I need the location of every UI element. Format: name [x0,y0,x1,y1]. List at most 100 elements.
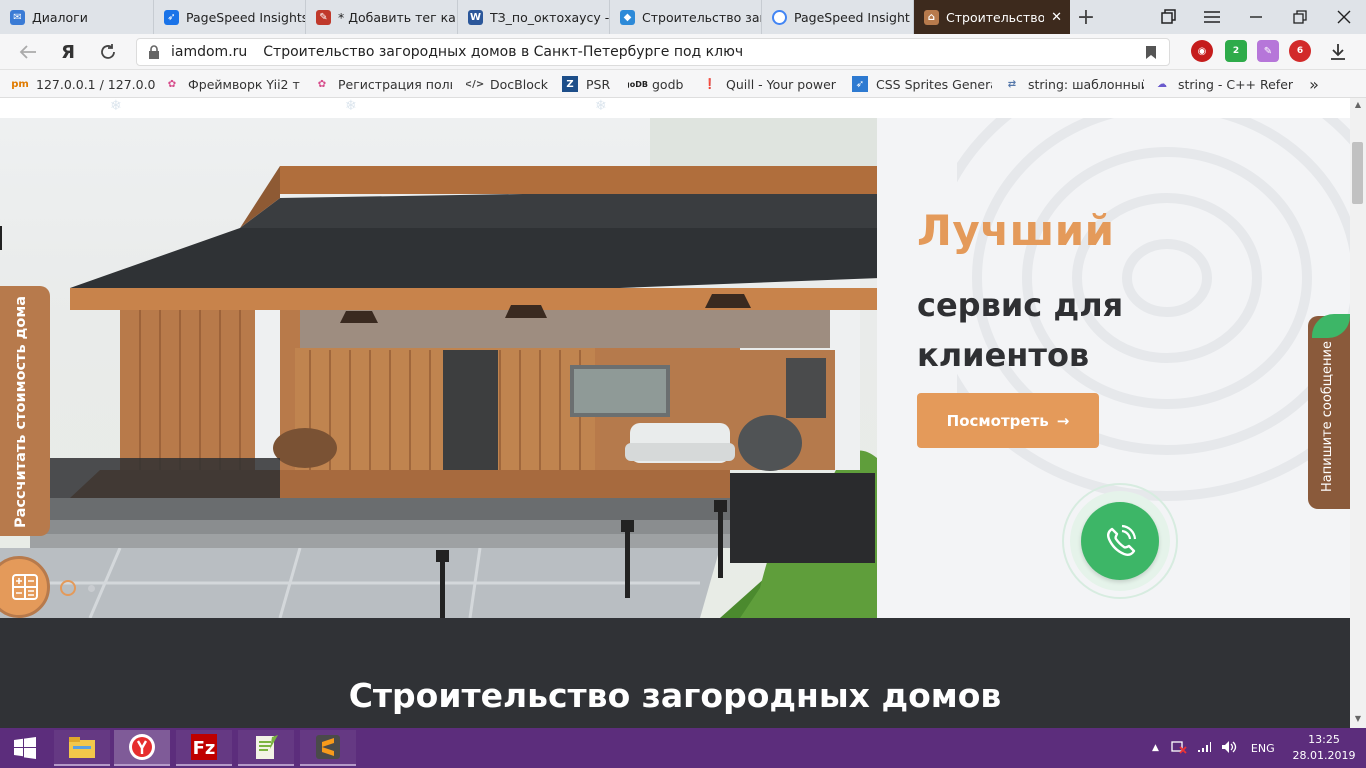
minimize-icon [1250,16,1262,18]
url-page-title: Строительство загородных домов в Санкт-П… [263,44,744,60]
taskbar-notepadpp[interactable] [238,730,294,766]
start-button[interactable] [0,728,50,768]
bookmark-label: Фреймворк Yii2 те [188,76,300,92]
hero-heading: сервис для клиентов [917,280,1123,380]
tabs-list-button[interactable] [1146,0,1190,34]
new-tab-button[interactable]: + [1070,0,1102,34]
bookmark-item[interactable]: ✿ Регистрация поль [314,70,452,98]
tab-doc[interactable]: W ТЗ_по_октохаусу - [458,0,610,34]
snowflake-icon: ❄ [595,98,607,114]
adblock-ext-icon[interactable]: 6 [1289,40,1311,62]
bookmark-label: Регистрация поль [338,76,452,92]
tab-site-1[interactable]: ◆ Строительство заг [610,0,762,34]
call-button[interactable] [1081,502,1159,580]
taskbar-yandex-browser[interactable] [114,730,170,766]
signal-icon[interactable] [1197,741,1211,756]
bookmark-label: string - C++ Refer [1178,76,1294,92]
yii-icon: ✿ [317,78,327,90]
reload-button[interactable] [92,34,124,70]
tab-title: Строительство з [946,9,1045,25]
house-illustration [0,118,877,618]
bookmark-item[interactable]: ❗ Quill - Your power [702,70,840,98]
calculate-cost-label: Рассчитать стоимость дома [13,296,29,528]
system-tray: ▲ ENG [1152,728,1275,768]
write-message-label: Напишите сообщение [1320,341,1335,493]
bookmarks-overflow-chevron-icon[interactable]: » [1304,70,1324,98]
tab-habr[interactable]: ✎ * Добавить тег кан [306,0,458,34]
filezilla-icon: Fz [191,734,217,760]
bookmarks-bar: pm 127.0.0.1 / 127.0.0. ✿ Фреймворк Yii2… [0,70,1366,98]
yandex-button[interactable]: Я [52,34,84,70]
tab-pagespeed-2[interactable]: PageSpeed Insight [762,0,914,34]
scrollbar-thumb[interactable] [1352,142,1363,204]
downloads-button[interactable] [1322,34,1354,70]
quill-icon: ❗ [703,78,717,90]
back-arrow-icon [19,45,36,59]
ext-badge: 6 [1296,46,1304,56]
reload-icon [101,44,115,59]
bookmark-item[interactable]: Z PSR [562,70,618,98]
slider-dot-active[interactable] [60,580,76,596]
menu-button[interactable] [1190,0,1234,34]
back-button[interactable] [12,34,44,70]
language-indicator[interactable]: ENG [1251,742,1275,755]
tab-close-icon[interactable]: ✕ [1051,10,1062,25]
bookmark-icon[interactable] [1145,45,1157,63]
lock-icon [143,39,165,65]
clock-date: 28.01.2019 [1292,749,1356,762]
feather-ext-icon[interactable]: ✎ [1257,40,1279,62]
sprites-icon: ➶ [852,76,868,92]
restore-button[interactable] [1278,0,1322,34]
bookmark-item[interactable]: </> DocBlock [466,70,552,98]
tab-dialogs[interactable]: ✉ Диалоги [0,0,154,34]
view-button[interactable]: Посмотреть → [917,393,1099,448]
notepadpp-icon [256,735,278,759]
taskbar-sublime[interactable] [300,730,356,766]
tabs-list-icon [1161,9,1176,24]
tray-expand-icon[interactable]: ▲ [1152,743,1159,753]
minimize-button[interactable] [1234,0,1278,34]
taskbar-explorer[interactable] [54,730,110,766]
taskbar-filezilla[interactable]: Fz [176,730,232,766]
bookmark-item[interactable]: ➶ CSS Sprites Genera [852,70,992,98]
clock[interactable]: 13:25 28.01.2019 [1286,732,1362,764]
tab-strip: ✉ Диалоги ➶ PageSpeed Insights ✎ * Добав… [0,0,1366,34]
ublock-ext-icon[interactable]: ◉ [1191,40,1213,62]
hero-heading-line: сервис для [917,286,1124,324]
bookmark-item[interactable]: pm 127.0.0.1 / 127.0.0. [12,70,156,98]
hero-heading-line: клиентов [917,336,1090,374]
puzzle-ext-icon[interactable]: 2 [1225,40,1247,62]
bookmark-label: godb [652,76,684,92]
scroll-down-icon[interactable]: ▼ [1350,714,1366,726]
tab-site-active[interactable]: ⌂ Строительство з ✕ [914,0,1070,34]
bookmark-item[interactable]: ☁ string - C++ Refer [1154,70,1294,98]
url-field[interactable]: iamdom.ru Строительство загородных домов… [136,38,1170,66]
google-icon [772,9,787,25]
bookmark-label: DocBlock [490,76,548,92]
svg-text:Fz: Fz [193,738,216,759]
bookmark-label: Quill - Your power [726,76,836,92]
house-icon: ⌂ [924,9,939,25]
bookmark-item[interactable]: goDB godb [628,70,690,98]
word-icon: W [468,9,483,25]
tab-title: PageSpeed Insight [794,9,910,25]
edge-marker [0,226,2,250]
hero-text-panel: Лучший сервис для клиентов Посмотреть → [877,118,1350,618]
calculator-icon [12,574,38,600]
calculate-cost-tab[interactable]: Рассчитать стоимость дома [0,286,50,536]
close-button[interactable] [1322,0,1366,34]
volume-icon[interactable] [1221,740,1237,757]
sublime-icon [316,735,340,759]
yandex-browser-icon [129,734,155,760]
network-error-icon[interactable] [1171,740,1187,757]
scroll-up-icon[interactable]: ▲ [1350,100,1366,112]
bookmark-item[interactable]: ⇄ string: шаблонный [1004,70,1144,98]
tab-pagespeed-1[interactable]: ➶ PageSpeed Insights [154,0,306,34]
write-message-tab[interactable]: Напишите сообщение [1308,314,1350,509]
bookmark-item[interactable]: ✿ Фреймворк Yii2 те [164,70,300,98]
bookmark-label: 127.0.0.1 / 127.0.0. [36,76,156,92]
slider-dot[interactable] [88,584,95,592]
page-scrollbar[interactable]: ▲ ▼ [1350,98,1366,728]
tab-title: PageSpeed Insights [186,9,305,25]
taskbar: Fz ▲ ENG 13:25 28.01.2019 [0,728,1366,768]
